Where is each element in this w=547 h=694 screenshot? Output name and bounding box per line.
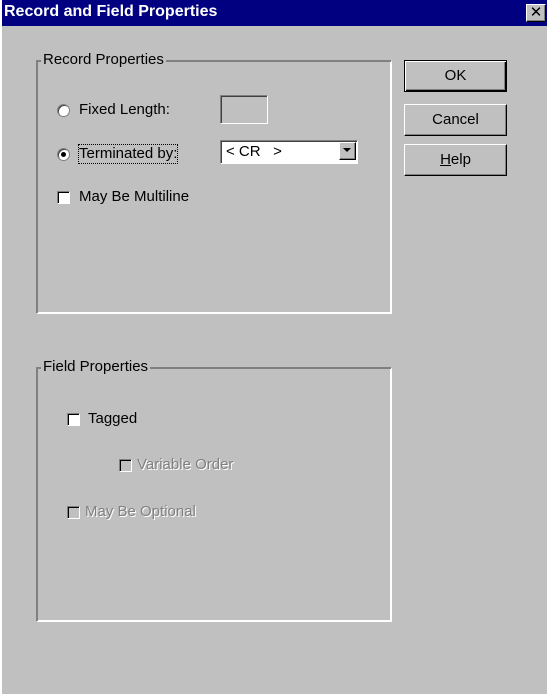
terminator-select[interactable]: < CR > xyxy=(220,140,358,164)
variable-order-checkbox[interactable] xyxy=(119,459,132,472)
fixed-length-radio[interactable] xyxy=(57,104,70,117)
help-button[interactable]: Help xyxy=(404,144,507,176)
close-icon: ✕ xyxy=(529,3,543,21)
terminated-by-radio[interactable] xyxy=(57,148,70,161)
fixed-length-label[interactable]: Fixed Length: xyxy=(79,101,170,119)
close-button[interactable]: ✕ xyxy=(526,4,546,22)
may-be-optional-label[interactable]: May Be Optional xyxy=(85,503,196,521)
fixed-length-input[interactable] xyxy=(220,95,268,124)
title-bar[interactable]: Record and Field Properties ✕ xyxy=(2,0,547,26)
chevron-down-icon[interactable] xyxy=(339,142,356,160)
cancel-button[interactable]: Cancel xyxy=(404,104,507,136)
may-be-multiline-checkbox[interactable] xyxy=(57,191,70,204)
window-title: Record and Field Properties xyxy=(4,3,218,20)
field-properties-label: Field Properties xyxy=(41,358,151,376)
tagged-label[interactable]: Tagged xyxy=(88,410,137,428)
dialog-window: Record and Field Properties ✕ Record Pro… xyxy=(0,0,547,694)
may-be-multiline-label[interactable]: May Be Multiline xyxy=(79,188,189,206)
record-properties-group: Record Properties xyxy=(36,51,392,314)
terminated-by-label[interactable]: Terminated by: xyxy=(77,144,179,164)
record-properties-label: Record Properties xyxy=(41,51,166,69)
help-mnemonic: H xyxy=(440,151,451,168)
help-label-rest: elp xyxy=(450,151,471,168)
field-properties-group: Field Properties xyxy=(36,358,392,622)
tagged-checkbox[interactable] xyxy=(67,413,80,426)
terminator-value: < CR > xyxy=(226,143,282,160)
variable-order-label[interactable]: Variable Order xyxy=(137,456,233,474)
may-be-optional-checkbox[interactable] xyxy=(67,506,80,519)
ok-button[interactable]: OK xyxy=(404,60,507,92)
